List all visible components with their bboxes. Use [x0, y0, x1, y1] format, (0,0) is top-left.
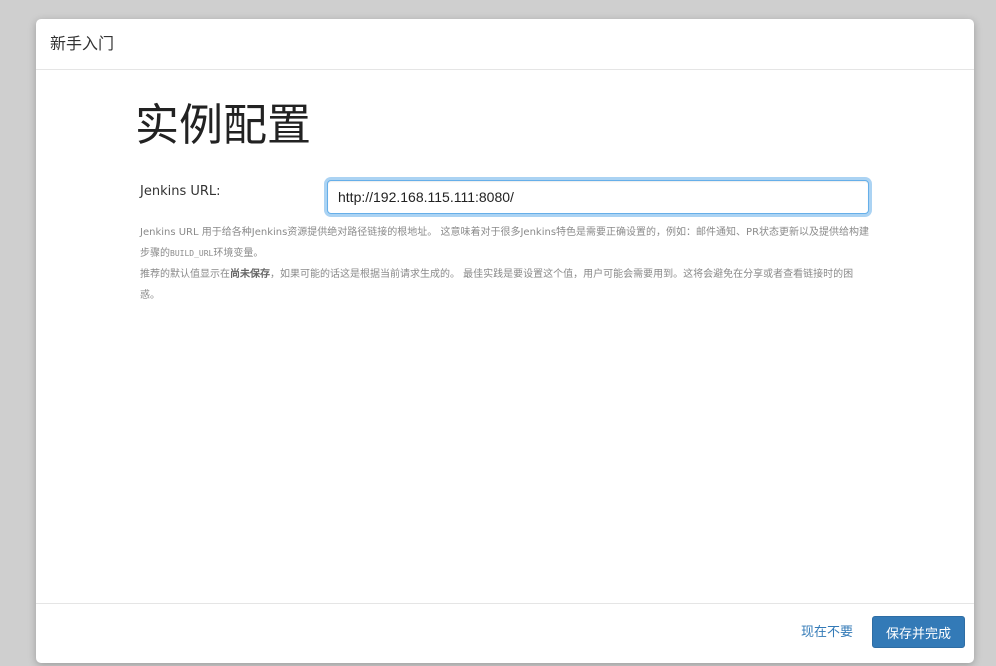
- jenkins-url-label: Jenkins URL:: [140, 184, 221, 199]
- save-and-finish-button[interactable]: 保存并完成: [872, 616, 965, 648]
- help-text-2-prefix: 推荐的默认值显示在: [140, 269, 230, 280]
- help-text: Jenkins URL 用于给各种Jenkins资源提供绝对路径链接的根地址。 …: [140, 222, 870, 306]
- build-url-code: BUILD_URL: [170, 249, 214, 258]
- help-text-1-suffix: 环境变量。: [213, 248, 264, 259]
- skip-link[interactable]: 现在不要: [801, 624, 853, 642]
- dialog-title: 新手入门: [50, 34, 115, 53]
- help-paragraph-2: 推荐的默认值显示在尚未保存，如果可能的话这是根据当前请求生成的。 最佳实践是要设…: [140, 264, 870, 306]
- help-paragraph-1: Jenkins URL 用于给各种Jenkins资源提供绝对路径链接的根地址。 …: [140, 222, 870, 264]
- dialog-footer: 现在不要 保存并完成: [36, 603, 974, 663]
- dialog-header: 新手入门: [36, 19, 974, 70]
- dialog-body: 实例配置 Jenkins URL: Jenkins URL 用于给各种Jenki…: [36, 70, 974, 603]
- not-saved-emphasis: 尚未保存: [230, 269, 270, 280]
- setup-wizard-dialog: 新手入门 实例配置 Jenkins URL: Jenkins URL 用于给各种…: [36, 19, 974, 663]
- page-title: 实例配置: [135, 100, 311, 151]
- jenkins-url-input[interactable]: [327, 180, 869, 214]
